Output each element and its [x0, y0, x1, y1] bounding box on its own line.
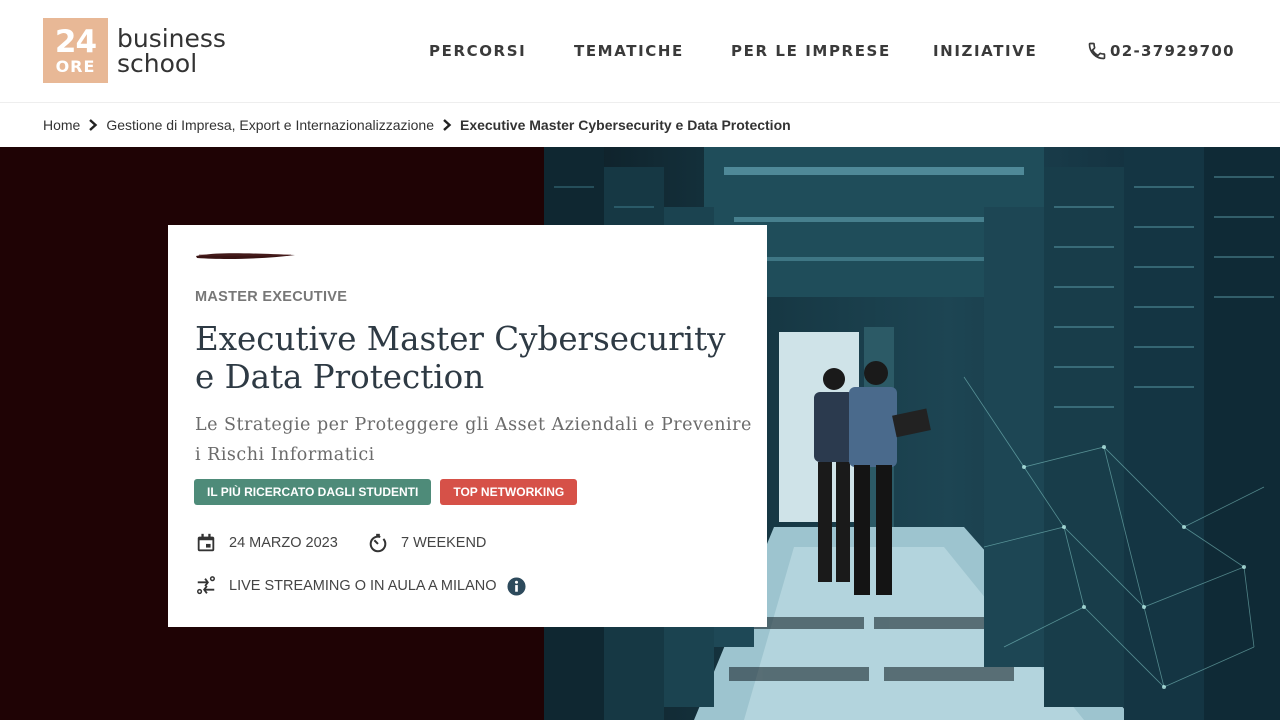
calendar-icon	[197, 533, 215, 552]
badge-most-requested: IL PIÙ RICERCATO DAGLI STUDENTI	[194, 479, 432, 505]
course-duration-text: 7 WEEKEND	[401, 535, 487, 551]
site-header: 24 ORE business school PERCORSI TEMATICH…	[0, 0, 1280, 102]
course-date: 24 MARZO 2023	[195, 532, 338, 554]
course-subtitle: Le Strategie per Proteggere gli Asset Az…	[195, 410, 755, 470]
breadcrumb-home[interactable]: Home	[43, 117, 80, 133]
nav-item-percorsi[interactable]: PERCORSI	[429, 40, 526, 62]
nav-item-per-le-imprese[interactable]: PER LE IMPRESE	[731, 40, 891, 62]
breadcrumb-category[interactable]: Gestione di Impresa, Export e Internazio…	[106, 117, 434, 133]
phone-icon	[1088, 42, 1106, 60]
course-subtitle-line1: Le Strategie per Proteggere gli Asset Az…	[195, 415, 752, 435]
nav-item-tematiche[interactable]: TEMATICHE	[574, 40, 684, 62]
swap-icon	[197, 576, 215, 595]
course-title-line1: Executive Master Cybersecurity	[195, 320, 726, 358]
hero: MASTER EXECUTIVE Executive Master Cybers…	[0, 147, 1280, 720]
chevron-right-icon	[434, 119, 460, 131]
course-title: Executive Master Cybersecurity e Data Pr…	[195, 320, 755, 396]
chevron-right-icon	[80, 119, 106, 131]
course-duration: 7 WEEKEND	[367, 532, 486, 554]
timer-icon	[369, 533, 387, 553]
course-mode: LIVE STREAMING O IN AULA A MILANO	[195, 575, 538, 597]
badges: IL PIÙ RICERCATO DAGLI STUDENTI TOP NETW…	[194, 479, 578, 505]
course-title-line2: e Data Protection	[195, 358, 485, 396]
brush-stroke	[196, 253, 295, 259]
breadcrumb: Home Gestione di Impresa, Export e Inter…	[0, 102, 1280, 147]
info-icon[interactable]	[507, 576, 526, 596]
phone-number: 02-37929700	[1110, 42, 1235, 60]
course-mode-text: LIVE STREAMING O IN AULA A MILANO	[229, 578, 497, 594]
course-type: MASTER EXECUTIVE	[195, 289, 348, 305]
badge-top-networking: TOP NETWORKING	[440, 479, 578, 505]
course-card: MASTER EXECUTIVE Executive Master Cybers…	[168, 225, 767, 627]
phone-link[interactable]: 02-37929700	[1087, 40, 1235, 62]
nav-item-iniziative[interactable]: INIZIATIVE	[933, 40, 1037, 62]
course-subtitle-line2: i Rischi Informatici	[195, 445, 375, 465]
course-date-text: 24 MARZO 2023	[229, 535, 338, 551]
breadcrumb-current: Executive Master Cybersecurity e Data Pr…	[459, 117, 791, 133]
